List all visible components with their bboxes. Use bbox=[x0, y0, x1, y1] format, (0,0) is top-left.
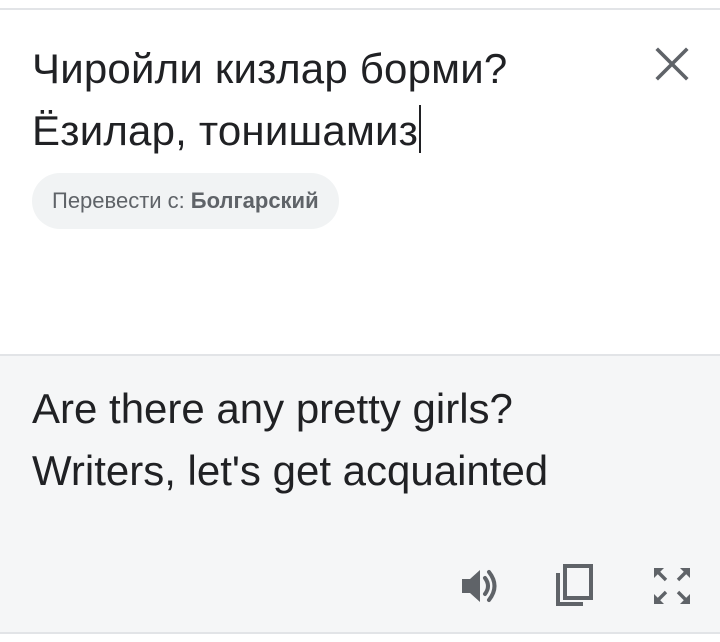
source-panel: Чиройли кизлар борми? Ёзилар, тонишамиз … bbox=[0, 10, 720, 354]
copy-button[interactable] bbox=[546, 558, 602, 614]
source-input[interactable]: Чиройли кизлар борми? Ёзилар, тонишамиз bbox=[32, 38, 632, 162]
detected-language-chip[interactable]: Перевести с: Болгарский bbox=[32, 173, 339, 229]
close-icon bbox=[655, 47, 689, 81]
bottom-divider bbox=[0, 632, 720, 634]
translation-actions bbox=[0, 558, 720, 614]
listen-button[interactable] bbox=[452, 558, 508, 614]
clear-text-button[interactable] bbox=[648, 40, 696, 88]
source-line-2-text: Ёзилар, тонишамиз bbox=[32, 107, 419, 154]
text-caret bbox=[419, 105, 422, 153]
volume-icon bbox=[462, 570, 497, 602]
translation-line-1: Are there any pretty girls? bbox=[32, 385, 513, 432]
fullscreen-icon bbox=[654, 568, 690, 604]
detect-prefix: Перевести с: bbox=[52, 188, 185, 213]
detected-language: Болгарский bbox=[190, 188, 319, 213]
copy-icon bbox=[556, 564, 593, 606]
source-line-1: Чиройли кизлар борми? bbox=[32, 45, 508, 92]
translation-panel: Are there any pretty girls? Writers, let… bbox=[0, 356, 720, 632]
translation-text[interactable]: Are there any pretty girls? Writers, let… bbox=[32, 378, 692, 502]
fullscreen-button[interactable] bbox=[644, 558, 700, 614]
source-line-2: Ёзилар, тонишамиз bbox=[32, 100, 632, 162]
translation-line-2: Writers, let's get acquainted bbox=[32, 447, 549, 494]
